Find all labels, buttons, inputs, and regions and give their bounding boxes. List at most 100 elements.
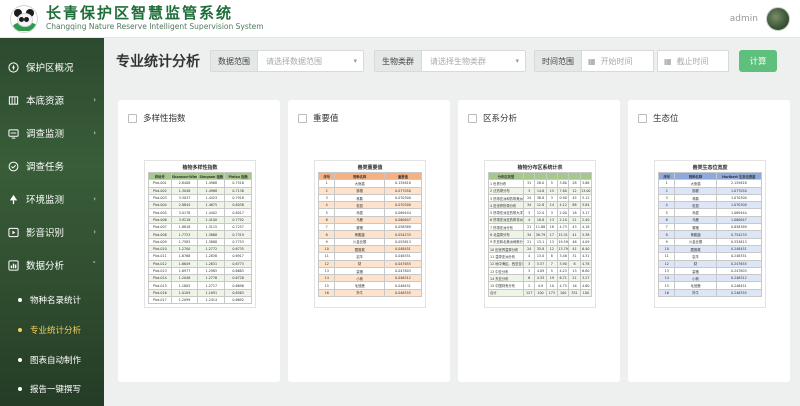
table-cell: 7 [317,223,336,232]
calculate-button[interactable]: 计算 [739,50,777,72]
table-cell: 3.17 [579,208,593,217]
table-cell: 1.4100 [197,215,226,225]
end-date-placeholder: 截止时间 [676,56,709,66]
table-cell: 8 [657,230,676,239]
table-cell: 0.90 [556,193,570,203]
table-cell: 1.3115 [197,223,226,232]
sidebar-item-env-monitoring[interactable]: 环境监测 › [0,184,104,214]
table-cell: 3 [523,266,536,276]
table-cell: 100 [556,288,570,298]
species-select[interactable]: 请选择生物类群 ▾ [422,50,526,72]
diversity-checkbox[interactable] [128,113,137,123]
table-cell: Plot-016 [148,288,172,298]
user-name[interactable]: admin [730,14,758,24]
col-header [579,171,593,181]
start-date-input[interactable]: ▦ 开始时间 [582,50,654,72]
table-row: Plot-001 2.8408 1.4968 0.7518 [148,179,252,188]
table-cell: 1.3868 [197,230,226,239]
table-cell: 3 [545,193,559,203]
table-cell: 38.8 [534,193,547,203]
niche-checkbox[interactable] [638,113,647,123]
table-cell: 46 [568,237,581,246]
col-header: 物种名称 [674,171,717,181]
avatar[interactable] [766,6,790,31]
subitem-species-list-stats[interactable]: 物种名录统计 [0,287,104,313]
importance-checkbox[interactable] [298,113,307,123]
table-row: Plot-004 2.8844 1.4675 0.8038 [148,201,252,210]
sidebar-item-media-recognition[interactable]: 影音识别 › [0,217,104,247]
sidebar-item-label: 环境监测 [26,195,65,206]
scope-select[interactable]: 请选择数据范围 ▾ [258,50,364,72]
table-cell: 4.18 [579,223,593,232]
sidebar-item-survey-monitoring[interactable]: 调查监测 › [0,118,104,148]
table-cell: 林麝 [334,193,385,203]
flora-table-thumbnail[interactable]: 植物分布区系统计表 分布区类型 1 世界分布 31 28.0 5 3.80 28 3.68 2… [484,160,596,308]
end-date-input[interactable]: ▦ 截止时间 [657,50,729,72]
table-cell: 12 [568,186,581,195]
table-row: 合计 127 100 173 100 351 100 [487,288,593,298]
table-cell: 9 [657,237,676,246]
sidebar-item-overview[interactable]: 保护区概况 [0,52,104,82]
table-cell: 松鼠 [334,201,385,210]
table-cell: 小熊 [334,274,385,283]
user-area[interactable]: admin [730,6,790,31]
chart-icon [6,258,20,272]
sidebar-item-data-analysis[interactable]: 数据分析 ˅ [0,250,104,280]
flora-checkbox[interactable] [468,113,477,123]
card-niche[interactable]: 生态位 兽类生态位宽度 序号 物种名称 Hurlbert 生态位宽度 1 大熊猫 2… [628,100,790,382]
chevron-right-icon: › [93,228,96,236]
table-row: 15 中国特有分布 2 4.9 10 4.75 16 4.60 [487,281,593,290]
table-cell: 0.8017 [224,208,252,217]
table-cell: 10 旧世界温带分布 [487,244,525,254]
table-cell: 4 [317,201,336,210]
subitem-report-writer[interactable]: 报告一键撰写 [0,376,104,402]
table-cell: 12 [545,244,559,254]
table-cell: 赤狐 [674,208,717,217]
table-row: 14 东亚分布 6 4.33 19 6.71 21 3.27 [487,274,593,283]
table-cell: 4.12 [556,201,570,210]
table-cell: 豪猪 [674,266,717,276]
table-cell: 10 [317,244,336,254]
diversity-table-thumbnail[interactable]: 植物多样性指数 样地号 Shannon-Wiener 指数 Simpson 指数… [144,160,256,308]
table-row: 4 旧世界热带分布 34 12.8 14 4.12 88 5.84 [487,201,593,210]
table-cell: 9 东亚和北美洲间断分布 [487,237,525,246]
table-cell: 1.3888 [197,237,226,246]
table-cell: 4 [523,252,536,261]
card-diversity-index[interactable]: 多样性指数 植物多样性指数 样地号 Shannon-Wiener 指数 Simp… [118,100,280,382]
table-cell: 2.155618 [715,179,763,188]
table-cell: 4.09 [534,266,547,276]
table-cell: 3.90 [556,259,570,268]
table-cell: 5 [317,208,336,217]
card-importance-value[interactable]: 重要值 兽类重要值 序号 物种名称 重要值 1 大熊猫 0.155618 2 猕猴 0.0… [288,100,450,382]
table-row: 14 小熊 0.246312 [657,274,763,283]
table-cell: 0.7792 [224,215,252,225]
table-cell: 10 [657,244,676,254]
sidebar-item-resources[interactable]: 本底资源 › [0,85,104,115]
subitem-professional-stats[interactable]: 专业统计分析 [0,317,104,343]
table-cell: 2 [523,281,536,290]
table-row: 7 热带亚洲分布 21 11.88 18 4.73 43 4.18 [487,223,593,232]
table-cell: 13.79 [556,244,570,254]
filter-toolbar: 专业统计分析 数据范围 请选择数据范围 ▾ 生物类群 请选择生物类群 ▾ 时间范… [104,38,800,84]
subitem-auto-charts[interactable]: 图表自动制作 [0,347,104,373]
col-header: Hurlbert 生态位宽度 [715,171,763,181]
table-row: 8 黄腹鼬 0.754233 [657,230,763,239]
table-cell: 2 [657,186,676,195]
analysis-cards: 多样性指数 植物多样性指数 样地号 Shannon-Wiener 指数 Simp… [118,100,790,382]
table-cell: 13.1 [534,237,547,246]
niche-table-thumbnail[interactable]: 兽类生态位宽度 序号 物种名称 Hurlbert 生态位宽度 1 大熊猫 2.155… [654,160,766,308]
subitem-label: 专业统计分析 [30,326,82,336]
chevron-right-icon: › [93,96,96,104]
table-row: 7 獾猪 0.858389 [657,223,763,232]
table-cell: 0.053613 [383,237,423,246]
sidebar-item-survey-tasks[interactable]: 调查任务 [0,151,104,181]
table-cell: 13 [545,237,559,246]
table-cell: 7 [545,259,559,268]
card-flora-analysis[interactable]: 区系分析 植物分布区系统计表 分布区类型 1 世界分布 31 28.0 5 3.80 28… [458,100,620,382]
table-cell: 2.00 [556,208,570,217]
table-cell: 合计 [487,288,525,298]
table-row: 15 毛冠鹿 0.046451 [317,281,423,290]
importance-table-thumbnail[interactable]: 兽类重要值 序号 物种名称 重要值 1 大熊猫 0.155618 2 猕猴 0.07705… [314,160,426,308]
table-row: 11 岩羊 0.248351 [657,252,763,261]
table-cell: 8 [317,230,336,239]
